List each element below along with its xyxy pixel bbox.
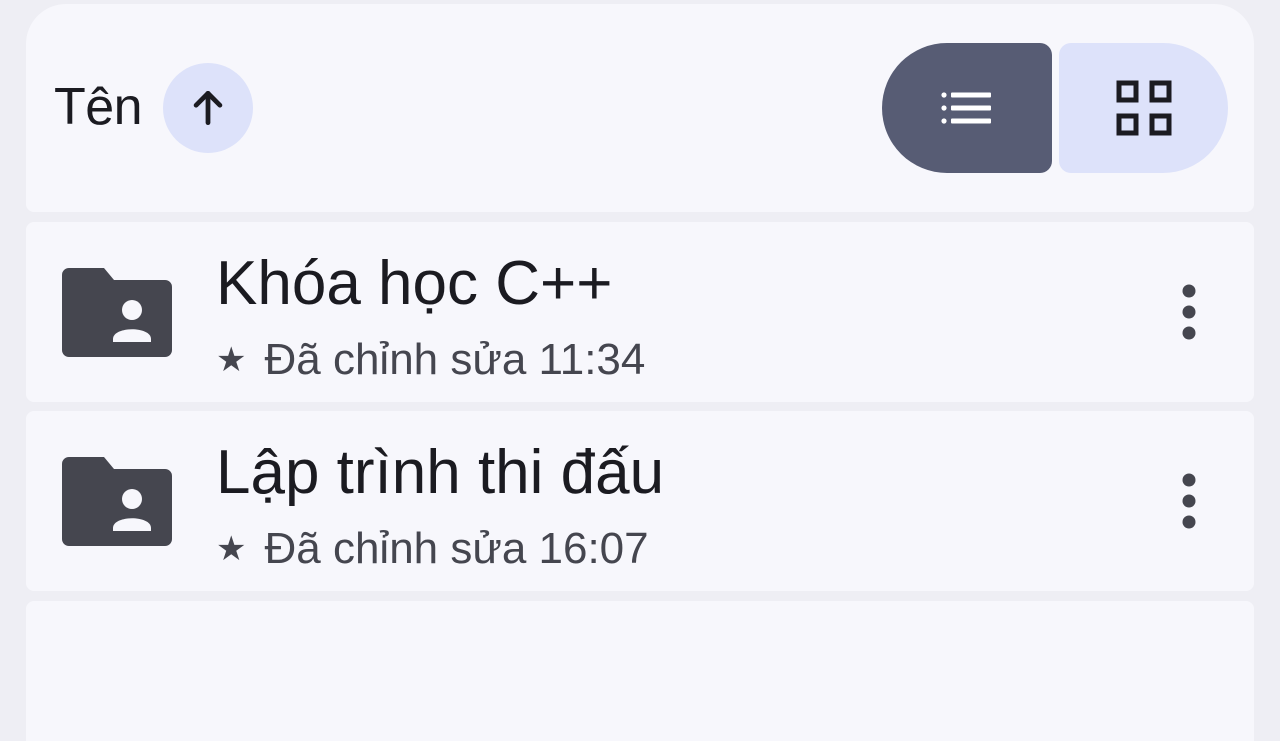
shared-folder-icon [62, 457, 172, 546]
modified-time: Đã chỉnh sửa 16:07 [264, 524, 649, 573]
sort-label[interactable]: Tên [54, 77, 143, 137]
item-title: Lập trình thi đấu [216, 438, 665, 507]
view-mode-toggle [882, 43, 1228, 173]
more-vert-icon [1182, 473, 1196, 529]
list-item[interactable]: Khóa học C++ ★ Đã chỉnh sửa 11:34 [26, 222, 1254, 402]
list-header: Tên [26, 4, 1254, 212]
sort-direction-button[interactable] [163, 63, 253, 153]
more-options-button[interactable] [1159, 274, 1219, 350]
list-item-partial [26, 601, 1254, 741]
more-vert-icon [1182, 284, 1196, 340]
grid-view-icon [1116, 80, 1171, 136]
item-title: Khóa học C++ [216, 249, 613, 318]
item-meta: ★ Đã chỉnh sửa 11:34 [216, 334, 645, 386]
grid-view-button[interactable] [1059, 43, 1228, 173]
arrow-up-icon [193, 90, 223, 126]
list-view-button[interactable] [882, 43, 1052, 173]
list-view-icon [941, 92, 991, 124]
star-icon: ★ [216, 340, 247, 380]
star-icon: ★ [216, 529, 247, 569]
shared-folder-icon [62, 268, 172, 357]
more-options-button[interactable] [1159, 463, 1219, 539]
list-item[interactable]: Lập trình thi đấu ★ Đã chỉnh sửa 16:07 [26, 411, 1254, 591]
modified-time: Đã chỉnh sửa 11:34 [264, 335, 646, 384]
item-meta: ★ Đã chỉnh sửa 16:07 [216, 523, 649, 575]
